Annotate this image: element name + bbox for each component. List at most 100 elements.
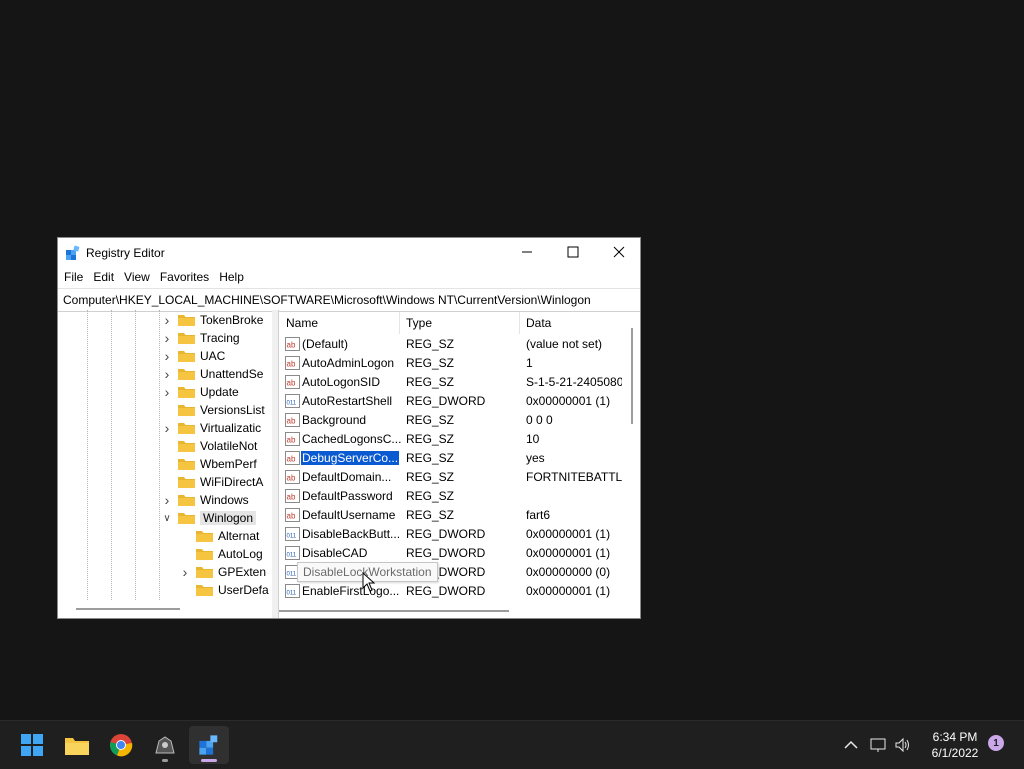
string-value-icon: ab bbox=[285, 451, 300, 465]
value-name: Background bbox=[302, 413, 367, 427]
value-data: 10 bbox=[526, 432, 540, 446]
key-tree-pane[interactable]: › TokenBroke › Tracing › UAC › UnattendSe › Updat… bbox=[58, 310, 273, 618]
minimize-button[interactable] bbox=[504, 238, 550, 266]
title-bar[interactable]: Registry Editor bbox=[58, 238, 640, 266]
minimize-icon bbox=[522, 251, 532, 253]
column-divider[interactable] bbox=[399, 312, 400, 334]
svg-text:011: 011 bbox=[287, 572, 297, 578]
folder-icon bbox=[178, 459, 195, 470]
app-icon bbox=[155, 736, 175, 754]
chevron-down-icon[interactable]: ∨ bbox=[162, 513, 172, 524]
value-row[interactable]: ab DefaultPassword REG_SZ bbox=[279, 487, 624, 506]
chevron-right-icon[interactable]: › bbox=[180, 564, 190, 580]
value-row[interactable]: ab AutoLogonSID REG_SZ S-1-5-21-24050806 bbox=[279, 373, 624, 392]
tree-item[interactable]: UserDefa bbox=[180, 581, 269, 599]
volume-button[interactable] bbox=[891, 733, 915, 757]
value-name: (Default) bbox=[302, 337, 349, 351]
value-row[interactable]: 011 EnableFirstLogo... REG_DWORD 0x00000001… bbox=[279, 582, 624, 601]
tree-item[interactable]: › UAC bbox=[162, 347, 226, 365]
tree-horizontal-scrollbar[interactable] bbox=[76, 608, 180, 610]
value-type: REG_DWORD bbox=[406, 394, 486, 408]
svg-text:011: 011 bbox=[287, 553, 297, 559]
show-hidden-icons-button[interactable] bbox=[839, 733, 863, 757]
chevron-right-icon[interactable]: › bbox=[162, 420, 172, 436]
tree-item[interactable]: › TokenBroke bbox=[162, 311, 264, 329]
tree-item-label: WbemPerf bbox=[200, 457, 257, 471]
tree-item[interactable]: › GPExten bbox=[180, 563, 266, 581]
tree-item[interactable]: › Virtualizatic bbox=[162, 419, 261, 437]
svg-text:011: 011 bbox=[287, 401, 297, 407]
column-header-name[interactable]: Name bbox=[286, 316, 318, 332]
pane-splitter[interactable] bbox=[272, 310, 279, 618]
tree-item[interactable]: Alternat bbox=[180, 527, 259, 545]
tree-guide-line bbox=[111, 310, 112, 600]
chevron-right-icon[interactable]: › bbox=[162, 330, 172, 346]
chevron-right-icon[interactable]: › bbox=[162, 312, 172, 328]
start-button[interactable] bbox=[12, 726, 52, 764]
chevron-right-icon[interactable]: › bbox=[162, 348, 172, 364]
list-horizontal-scrollbar[interactable] bbox=[279, 610, 509, 612]
svg-text:ab: ab bbox=[287, 360, 296, 369]
tree-item[interactable]: ∨ Winlogon bbox=[162, 509, 257, 527]
chevron-up-icon bbox=[844, 740, 858, 749]
value-row[interactable]: ab (Default) REG_SZ (value not set) bbox=[279, 335, 624, 354]
value-row[interactable]: ab AutoAdminLogon REG_SZ 1 bbox=[279, 354, 624, 373]
chevron-right-icon[interactable]: › bbox=[162, 366, 172, 382]
chevron-right-icon[interactable]: › bbox=[162, 492, 172, 508]
tree-item[interactable]: VersionsList bbox=[162, 401, 265, 419]
taskbar-chrome[interactable] bbox=[101, 726, 141, 764]
folder-icon bbox=[178, 369, 195, 380]
tree-item[interactable]: › Update bbox=[162, 383, 239, 401]
string-value-icon: ab bbox=[285, 375, 300, 389]
list-vertical-scrollbar[interactable] bbox=[631, 328, 633, 424]
column-divider[interactable] bbox=[519, 312, 520, 334]
folder-icon bbox=[178, 387, 195, 398]
active-indicator bbox=[201, 759, 217, 762]
tree-item[interactable]: › Tracing bbox=[162, 329, 240, 347]
taskbar-app[interactable] bbox=[145, 726, 185, 764]
clock[interactable]: 6:34 PM 6/1/2022 bbox=[920, 729, 990, 761]
tree-item-label: VolatileNot bbox=[200, 439, 258, 453]
value-row[interactable]: 011 DisableBackButt... REG_DWORD 0x00000001… bbox=[279, 525, 624, 544]
address-bar[interactable]: Computer\HKEY_LOCAL_MACHINE\SOFTWARE\Mic… bbox=[58, 288, 640, 312]
tree-item[interactable]: VolatileNot bbox=[162, 437, 257, 455]
folder-icon bbox=[178, 495, 195, 506]
value-row[interactable]: 011 DisableCAD REG_DWORD 0x00000001 (1) bbox=[279, 544, 624, 563]
menu-view[interactable]: View bbox=[124, 270, 157, 284]
chevron-right-icon[interactable]: › bbox=[162, 384, 172, 400]
tree-item[interactable]: › Windows bbox=[162, 491, 249, 509]
value-row[interactable]: ab DefaultUsername REG_SZ fart6 bbox=[279, 506, 624, 525]
tree-item[interactable]: WiFiDirectA bbox=[162, 473, 263, 491]
menu-edit[interactable]: Edit bbox=[93, 270, 121, 284]
menu-favorites[interactable]: Favorites bbox=[160, 270, 216, 284]
value-name: DefaultPassword bbox=[302, 489, 393, 503]
column-header-type[interactable]: Type bbox=[406, 316, 432, 332]
network-button[interactable] bbox=[867, 733, 891, 757]
maximize-button[interactable] bbox=[550, 238, 596, 266]
tree-item[interactable]: AutoLog bbox=[180, 545, 263, 563]
svg-text:ab: ab bbox=[287, 474, 296, 483]
notification-badge[interactable]: 1 bbox=[988, 735, 1004, 751]
value-type: REG_SZ bbox=[406, 470, 455, 484]
menu-help[interactable]: Help bbox=[219, 270, 251, 284]
value-row[interactable]: ab DefaultDomain... REG_SZ FORTNITEBATTLEPA bbox=[279, 468, 624, 487]
value-type: REG_DWORD bbox=[406, 584, 486, 598]
tree-item[interactable]: › UnattendSe bbox=[162, 365, 264, 383]
svg-text:011: 011 bbox=[287, 591, 297, 597]
menu-file[interactable]: File bbox=[64, 270, 90, 284]
value-row[interactable]: 011 AutoRestartShell REG_DWORD 0x00000001 (… bbox=[279, 392, 624, 411]
close-button[interactable] bbox=[596, 238, 642, 266]
value-row[interactable]: ab Background REG_SZ 0 0 0 bbox=[279, 411, 624, 430]
clock-date: 6/1/2022 bbox=[931, 746, 979, 760]
column-header-data[interactable]: Data bbox=[526, 316, 551, 332]
window-title: Registry Editor bbox=[86, 246, 165, 260]
value-row[interactable]: ab DebugServerCo... REG_SZ yes bbox=[279, 449, 624, 468]
value-type: REG_SZ bbox=[406, 432, 455, 446]
tree-item[interactable]: WbemPerf bbox=[162, 455, 257, 473]
taskbar-registry-editor[interactable] bbox=[189, 726, 229, 764]
folder-icon bbox=[178, 423, 195, 434]
value-row[interactable]: ab CachedLogonsC... REG_SZ 10 bbox=[279, 430, 624, 449]
tree-item-label: UAC bbox=[200, 349, 226, 363]
binary-value-icon: 011 bbox=[285, 584, 300, 598]
taskbar-file-explorer[interactable] bbox=[57, 726, 97, 764]
